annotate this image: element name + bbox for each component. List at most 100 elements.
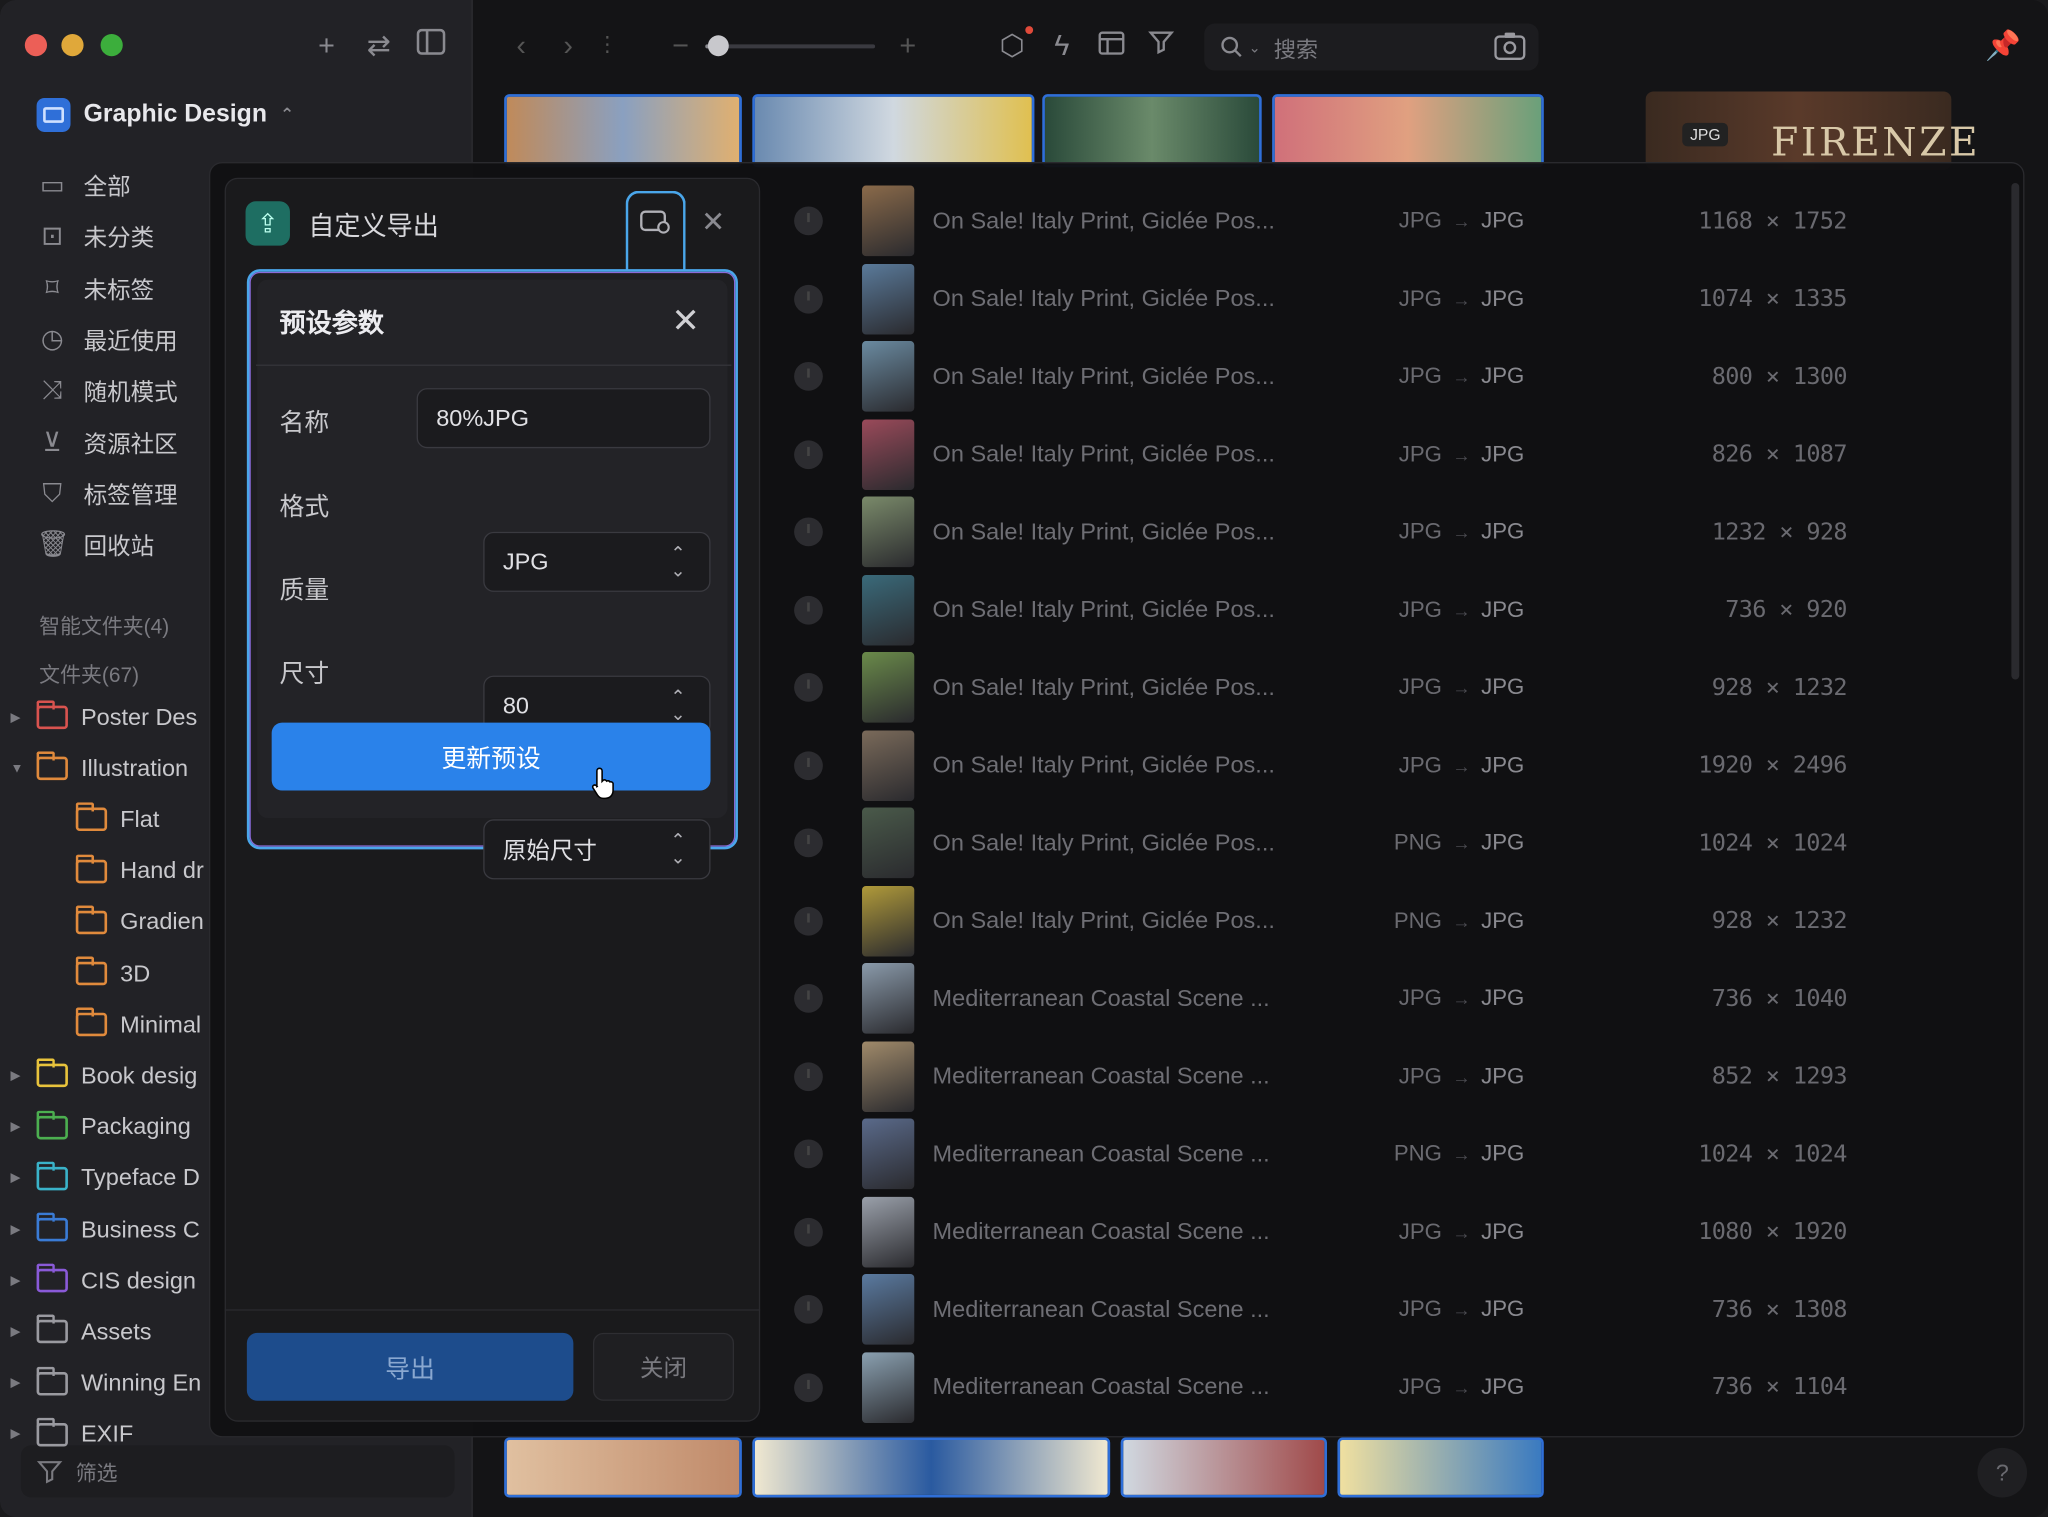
forward-icon[interactable]: › xyxy=(551,29,585,63)
clock-icon xyxy=(794,750,823,780)
chevron-right-icon[interactable]: ▶ xyxy=(10,710,23,724)
zoom-out-icon[interactable]: − xyxy=(663,29,697,63)
folder-item[interactable]: 3D xyxy=(75,954,150,993)
pin-icon[interactable]: 📌 xyxy=(1985,29,2021,63)
folder-item[interactable]: ▶ Packaging xyxy=(10,1108,191,1147)
close-icon[interactable]: ✕ xyxy=(697,206,728,237)
grid-thumbnail[interactable] xyxy=(1120,1437,1327,1498)
folder-item[interactable]: Hand dr xyxy=(75,851,204,890)
zoom-window-button[interactable] xyxy=(100,33,123,57)
folder-item[interactable]: Flat xyxy=(75,800,159,839)
more-icon[interactable]: ⋮ xyxy=(590,29,624,63)
name-field[interactable]: 80%JPG xyxy=(416,388,711,449)
close-icon[interactable]: ✕ xyxy=(671,303,699,337)
file-row[interactable]: Mediterranean Coastal Scene ... JPG → JPG 73… xyxy=(778,959,1993,1037)
sidebar-item-6[interactable]: ⛉ 标签管理 xyxy=(37,474,177,513)
grid-thumbnail[interactable] xyxy=(1337,1437,1544,1498)
help-icon[interactable]: ? xyxy=(1977,1447,2028,1498)
chevron-right-icon[interactable]: ▶ xyxy=(10,1427,23,1441)
image-dimensions: 852 × 1293 xyxy=(1711,1062,1848,1090)
chevron-right-icon[interactable]: ▶ xyxy=(10,1171,23,1185)
action-icon[interactable]: ϟ xyxy=(1045,29,1079,63)
close-window-button[interactable] xyxy=(24,33,48,57)
folder-item[interactable]: ▶ EXIF xyxy=(10,1415,133,1454)
layout-icon[interactable] xyxy=(1095,29,1129,63)
folder-item[interactable]: ▶ Assets xyxy=(10,1312,152,1351)
folder-icon xyxy=(75,1007,108,1037)
sidebar-item-1[interactable]: ⊡ 未分类 xyxy=(37,217,154,256)
chevron-right-icon[interactable]: ▶ xyxy=(10,1376,23,1390)
grid-thumbnail[interactable] xyxy=(752,1437,1111,1498)
source-format: JPG xyxy=(1398,1218,1442,1244)
zoom-slider-knob[interactable] xyxy=(708,35,730,57)
file-row[interactable]: On Sale! Italy Print, Giclée Pos... JPG → J… xyxy=(778,493,1993,571)
sidebar-item-2[interactable]: ⌑ 未标签 xyxy=(37,269,155,308)
sidebar-item-7[interactable]: 🗑 回收站 xyxy=(37,525,155,564)
folder-item[interactable]: ▼ Illustration xyxy=(10,749,188,788)
zoom-slider[interactable] xyxy=(705,35,876,57)
format-select[interactable]: JPG ⌃ ⌄ xyxy=(483,531,711,592)
library-switcher[interactable]: Graphic Design ⌃ xyxy=(36,97,294,134)
plugin-icon[interactable]: ⬡ xyxy=(995,29,1029,63)
file-row[interactable]: On Sale! Italy Print, Giclée Pos... JPG → J… xyxy=(778,726,1993,804)
add-icon[interactable]: + xyxy=(310,29,344,63)
sidebar-item-3[interactable]: ◷ 最近使用 xyxy=(37,320,178,359)
file-row[interactable]: On Sale! Italy Print, Giclée Pos... JPG → J… xyxy=(778,570,1993,648)
chevron-down-icon[interactable]: ▼ xyxy=(10,761,23,775)
close-button[interactable]: 关闭 xyxy=(592,1332,735,1401)
sidebar-item-label: 资源社区 xyxy=(83,430,178,457)
image-search-icon[interactable] xyxy=(1494,31,1526,66)
grid-thumbnail[interactable] xyxy=(504,1437,742,1498)
scrollbar[interactable] xyxy=(2011,182,2020,680)
chevron-right-icon[interactable]: ▶ xyxy=(10,1274,23,1288)
file-row[interactable]: Mediterranean Coastal Scene ... PNG → JPG 10… xyxy=(778,1115,1993,1193)
file-row[interactable]: On Sale! Italy Print, Giclée Pos... PNG → J… xyxy=(778,804,1993,882)
file-row[interactable]: On Sale! Italy Print, Giclée Pos... JPG → J… xyxy=(778,259,1993,337)
chevron-right-icon[interactable]: ▶ xyxy=(10,1069,23,1083)
folder-label: Winning En xyxy=(80,1369,202,1396)
export-button[interactable]: 导出 xyxy=(246,1332,574,1401)
file-row[interactable]: On Sale! Italy Print, Giclée Pos... JPG → J… xyxy=(778,182,1993,260)
file-row[interactable]: Mediterranean Coastal Scene ... JPG → JPG 85… xyxy=(778,1037,1993,1115)
folder-item[interactable]: ▶ Poster Des xyxy=(10,698,197,737)
file-row[interactable]: On Sale! Italy Print, Giclée Pos... JPG → J… xyxy=(778,415,1993,493)
back-icon[interactable]: ‹ xyxy=(504,29,538,63)
file-row[interactable]: On Sale! Italy Print, Giclée Pos... JPG → J… xyxy=(778,337,1993,415)
grid-thumbnail[interactable] xyxy=(504,94,742,168)
zoom-in-icon[interactable]: + xyxy=(891,29,925,63)
sidebar-item-5[interactable]: ⊻ 资源社区 xyxy=(37,423,178,462)
smart-folders-header[interactable]: 智能文件夹(4) xyxy=(39,609,169,640)
grid-thumbnail[interactable] xyxy=(1272,94,1544,168)
grid-thumbnail[interactable] xyxy=(1042,94,1262,168)
sync-icon[interactable]: ⇄ xyxy=(362,29,396,63)
preset-settings-button[interactable] xyxy=(625,190,686,272)
file-row[interactable]: Mediterranean Coastal Scene ... JPG → JPG 73… xyxy=(778,1348,1993,1426)
file-row[interactable]: Mediterranean Coastal Scene ... JPG → JPG 10… xyxy=(778,1192,1993,1270)
folder-item[interactable]: ▶ Business C xyxy=(10,1210,200,1249)
folder-item[interactable]: Minimal xyxy=(75,1005,201,1044)
sidebar-item-0[interactable]: ▭ 全部 xyxy=(37,166,131,205)
size-select[interactable]: 原始尺寸 ⌃ ⌄ xyxy=(483,819,711,880)
folder-item[interactable]: ▶ Typeface D xyxy=(10,1159,200,1198)
folder-item[interactable]: Gradien xyxy=(75,903,204,942)
update-preset-button[interactable]: 更新预设 xyxy=(271,722,711,791)
folder-item[interactable]: ▶ CIS design xyxy=(10,1261,196,1300)
chevron-right-icon[interactable]: ▶ xyxy=(10,1222,23,1236)
file-row[interactable]: Mediterranean Coastal Scene ... JPG → JPG 73… xyxy=(778,1270,1993,1348)
chevron-right-icon[interactable]: ▶ xyxy=(10,1325,23,1339)
folder-item[interactable]: ▶ Book desig xyxy=(10,1056,197,1095)
minimize-window-button[interactable] xyxy=(61,33,84,57)
grid-thumbnail[interactable] xyxy=(752,94,1035,168)
search-scope-chevron-icon[interactable]: ⌄ xyxy=(1249,39,1261,56)
folders-header[interactable]: 文件夹(67) xyxy=(39,657,139,688)
chevron-right-icon[interactable]: ▶ xyxy=(10,1120,23,1134)
sidebar-toggle-icon[interactable] xyxy=(414,28,448,63)
source-format: JPG xyxy=(1398,1296,1442,1322)
sidebar-item-4[interactable]: ⤨ 随机模式 xyxy=(37,371,178,410)
folder-item[interactable]: ▶ Winning En xyxy=(10,1364,201,1403)
search-field[interactable]: ⌄ 搜索 xyxy=(1204,23,1539,71)
search-input[interactable]: 搜索 xyxy=(1274,31,1318,64)
file-row[interactable]: On Sale! Italy Print, Giclée Pos... JPG → J… xyxy=(778,648,1993,726)
filter-toolbar-icon[interactable] xyxy=(1144,29,1178,63)
file-row[interactable]: On Sale! Italy Print, Giclée Pos... PNG → J… xyxy=(778,881,1993,959)
